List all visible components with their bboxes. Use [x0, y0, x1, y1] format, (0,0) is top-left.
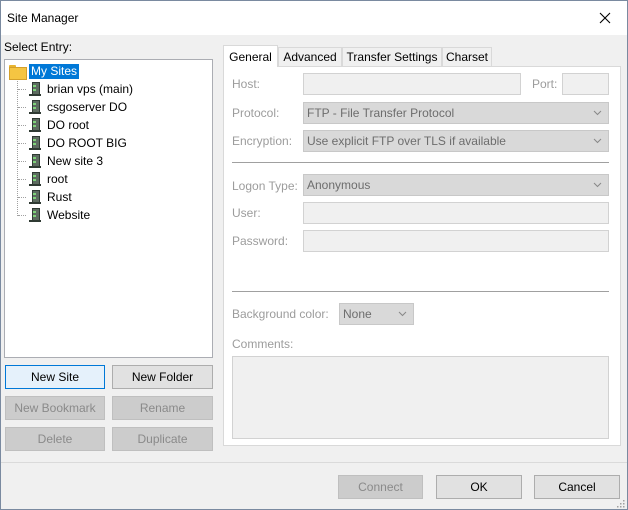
rename-button[interactable]: Rename — [112, 396, 213, 420]
tree-item-label: My Sites — [29, 64, 80, 79]
resize-grip-icon[interactable] — [615, 497, 625, 508]
tree-item-label: root — [47, 171, 68, 186]
chevron-down-icon — [593, 180, 602, 189]
logon-type-value: Anonymous — [307, 178, 371, 192]
tree-item-label: brian vps (main) — [47, 81, 134, 96]
tree-item-site[interactable]: root — [29, 170, 68, 187]
tree-item-label: DO root — [47, 117, 90, 132]
tree-connector — [18, 89, 26, 90]
user-input[interactable] — [303, 202, 609, 224]
duplicate-button[interactable]: Duplicate — [112, 427, 213, 451]
close-icon[interactable] — [583, 1, 627, 35]
tab-transfer-settings[interactable]: Transfer Settings — [342, 47, 442, 66]
user-label: User: — [232, 206, 261, 220]
server-icon — [29, 81, 41, 96]
tree-item-site[interactable]: csgoserver DO — [29, 98, 128, 115]
host-input[interactable] — [303, 73, 521, 95]
folder-icon — [9, 65, 27, 80]
host-label: Host: — [232, 77, 261, 91]
comments-label: Comments: — [232, 337, 294, 351]
protocol-label: Protocol: — [232, 106, 280, 120]
logon-type-label: Logon Type: — [232, 179, 298, 193]
server-icon — [29, 135, 41, 150]
comments-textarea[interactable] — [232, 356, 609, 439]
connect-button[interactable]: Connect — [338, 475, 423, 499]
footer-separator — [1, 462, 627, 463]
new-bookmark-button[interactable]: New Bookmark — [5, 396, 105, 420]
port-label: Port: — [532, 77, 558, 91]
new-folder-button[interactable]: New Folder — [112, 365, 213, 389]
server-icon — [29, 117, 41, 132]
chevron-down-icon — [593, 108, 602, 117]
encryption-label: Encryption: — [232, 134, 293, 148]
separator — [232, 291, 609, 292]
background-color-value: None — [343, 307, 372, 321]
server-icon — [29, 207, 41, 222]
background-color-select[interactable]: None — [339, 303, 414, 325]
ok-button[interactable]: OK — [436, 475, 522, 499]
tree-item-label: csgoserver DO — [47, 99, 128, 114]
tree-item-site[interactable]: Rust — [29, 188, 72, 205]
chevron-down-icon — [398, 309, 407, 318]
tree-connector — [18, 125, 26, 126]
tree-connector — [18, 179, 26, 180]
protocol-value: FTP - File Transfer Protocol — [307, 106, 455, 120]
cancel-button[interactable]: Cancel — [534, 475, 620, 499]
tree-item-label: DO ROOT BIG — [47, 135, 127, 150]
encryption-select[interactable]: Use explicit FTP over TLS if available — [303, 130, 609, 152]
background-color-label: Background color: — [232, 307, 329, 321]
tree-item-label: New site 3 — [47, 153, 104, 168]
tab-general[interactable]: General — [223, 45, 278, 67]
tree-item-site[interactable]: brian vps (main) — [29, 80, 134, 97]
select-entry-label: Select Entry: — [4, 40, 73, 54]
site-manager-window: Site Manager Select Entry: My Sites New … — [0, 0, 628, 510]
chevron-down-icon — [593, 136, 602, 145]
tree-item-site[interactable]: New site 3 — [29, 152, 104, 169]
tree-connector — [18, 197, 26, 198]
password-label: Password: — [232, 234, 289, 248]
tab-advanced[interactable]: Advanced — [278, 47, 342, 66]
tree-item-label: Rust — [47, 189, 72, 204]
port-input[interactable] — [562, 73, 609, 95]
tree-connector — [17, 81, 18, 216]
tree-item-site[interactable]: DO ROOT BIG — [29, 134, 127, 151]
encryption-value: Use explicit FTP over TLS if available — [307, 134, 506, 148]
new-site-button[interactable]: New Site — [5, 365, 105, 389]
tree-connector — [18, 215, 26, 216]
tree-connector — [18, 161, 26, 162]
server-icon — [29, 99, 41, 114]
server-icon — [29, 189, 41, 204]
tab-charset[interactable]: Charset — [442, 47, 492, 66]
tree-item-my-sites[interactable]: My Sites — [9, 63, 80, 80]
tree-item-site[interactable]: DO root — [29, 116, 90, 133]
server-icon — [29, 171, 41, 186]
logon-type-select[interactable]: Anonymous — [303, 174, 609, 196]
tree-item-label: Website — [47, 207, 91, 222]
tree-connector — [18, 143, 26, 144]
tree-item-site[interactable]: Website — [29, 206, 91, 223]
password-input[interactable] — [303, 230, 609, 252]
title-bar: Site Manager — [1, 1, 627, 35]
tree-connector — [18, 107, 26, 108]
protocol-select[interactable]: FTP - File Transfer Protocol — [303, 102, 609, 124]
separator — [232, 162, 609, 163]
delete-button[interactable]: Delete — [5, 427, 105, 451]
window-title: Site Manager — [7, 11, 79, 25]
server-icon — [29, 153, 41, 168]
